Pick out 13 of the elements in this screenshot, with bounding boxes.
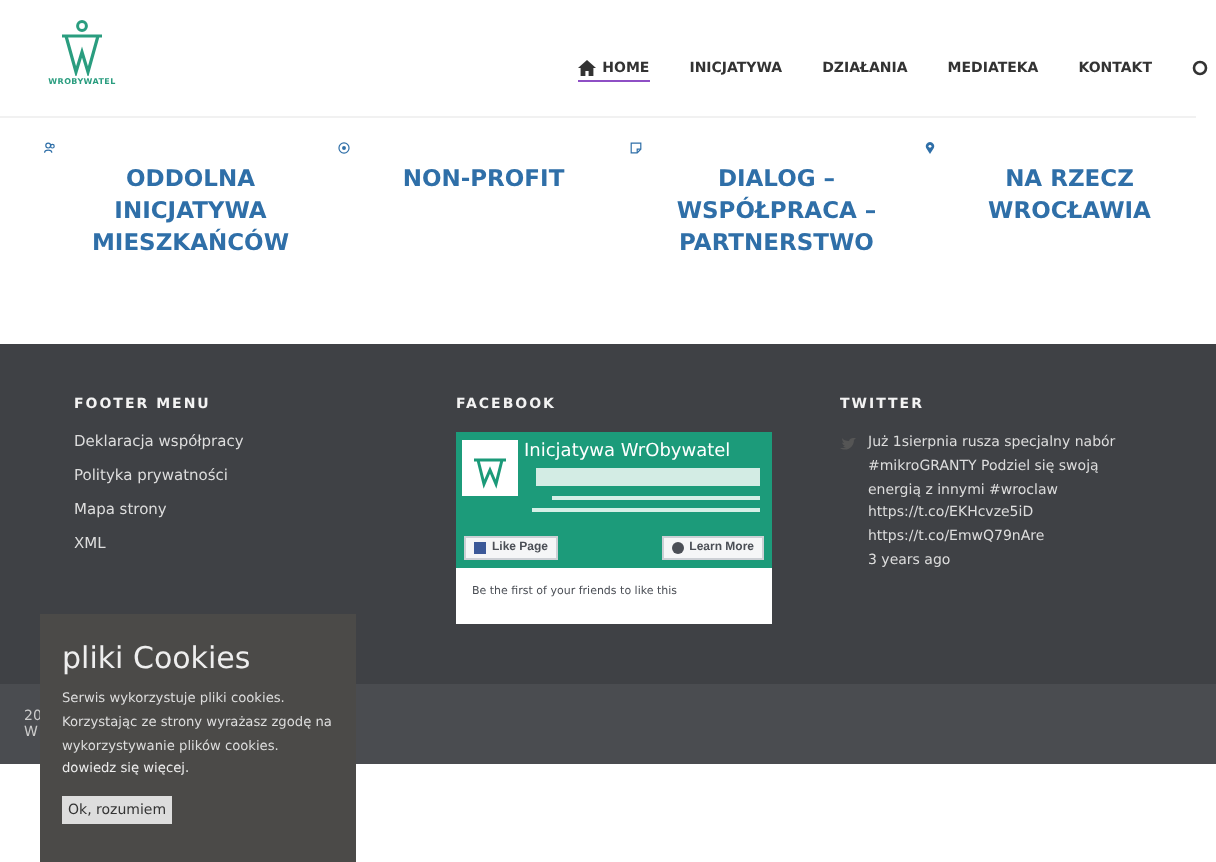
note-icon [630,142,642,154]
people-icon [44,142,56,154]
coin-icon [337,142,349,154]
feature-title: NA RZECZ WROCŁAWIA [986,162,1153,226]
pin-icon [923,142,935,154]
feature-title: DIALOG – WSPÓŁPRACA – PARTNERSTWO [674,162,879,258]
logo-icon [58,20,106,76]
feature-title: ODDOLNA INICJATYWA MIESZKAŃCÓW [89,162,292,258]
feature-title: NON-PROFIT [400,162,567,194]
cookie-title: pliki Cookies [62,640,251,676]
search-icon[interactable] [1192,60,1208,78]
home-icon [578,60,597,76]
page-title: Inicjatywa WrObywatel [524,442,731,462]
